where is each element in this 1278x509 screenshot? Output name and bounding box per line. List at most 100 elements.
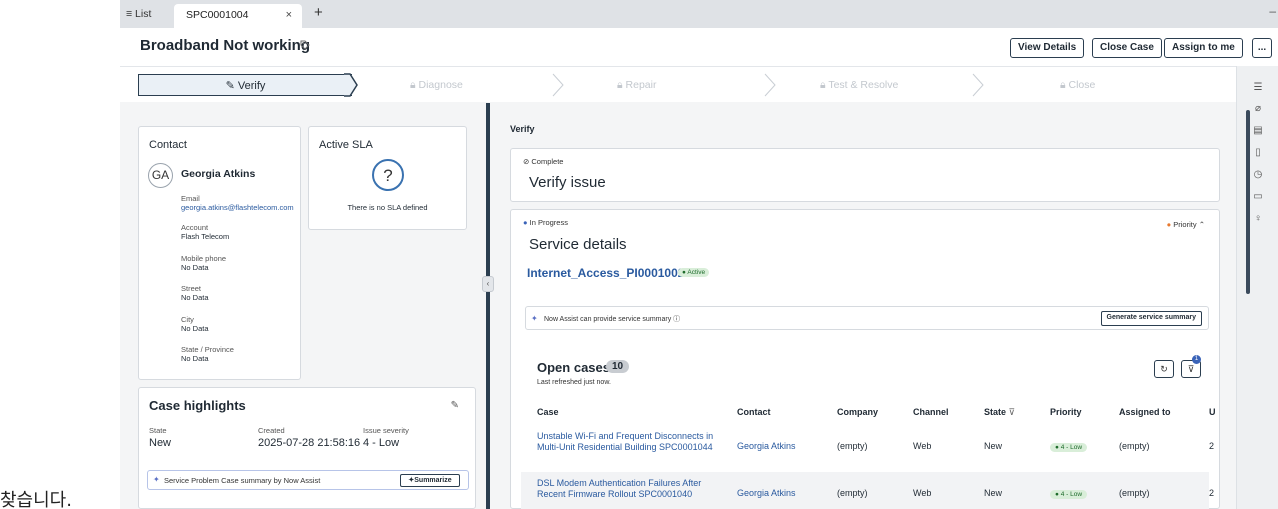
column-header-updated[interactable]: U — [1209, 407, 1216, 417]
updated-cell: 2 — [1209, 488, 1215, 498]
service-details-card: ● In Progress ● Priority ⌃ Service detai… — [510, 209, 1220, 509]
field-label: City — [181, 315, 194, 324]
last-refreshed-text: Last refreshed just now. — [537, 379, 611, 386]
edit-icon[interactable]: ✎ — [451, 400, 459, 411]
history-icon[interactable]: ◷ — [1252, 169, 1264, 181]
main-scrollbar[interactable] — [1246, 110, 1250, 294]
contact-card: Contact GA Georgia Atkins Email georgia.… — [138, 126, 301, 380]
pencil-icon: ✎ — [225, 80, 238, 92]
info-icon[interactable]: ⓘ — [673, 316, 680, 323]
column-header-state[interactable]: State ⊽ — [984, 407, 1015, 418]
stage-separator — [972, 73, 984, 97]
priority-indicator[interactable]: ● Priority ⌃ — [1167, 220, 1205, 229]
now-assist-summary-text: Service Problem Case summary by Now Assi… — [164, 476, 321, 485]
tab-list[interactable]: ≡ List — [120, 0, 157, 28]
summarize-button[interactable]: ✦Summarize — [400, 474, 460, 487]
open-cases-count-badge: 10 — [606, 360, 630, 373]
lock-icon: 🔒︎ — [820, 79, 826, 91]
stage-repair[interactable]: 🔒︎ Repair — [617, 79, 656, 92]
summarize-label: Summarize — [414, 477, 452, 484]
now-assist-summary-box: ✦ Service Problem Case summary by Now As… — [147, 470, 469, 490]
more-button[interactable]: ... — [1252, 38, 1272, 58]
refresh-icon[interactable]: ↻ — [1154, 360, 1174, 378]
add-tab-icon[interactable]: + — [314, 4, 323, 21]
field-value: Flash Telecom — [181, 232, 230, 241]
verify-issue-title: Verify issue — [529, 174, 606, 191]
avatar: GA — [148, 163, 173, 188]
severity-label: Issue severity — [363, 426, 409, 435]
panel-splitter[interactable] — [486, 103, 490, 509]
contact-name[interactable]: Georgia Atkins — [181, 168, 255, 180]
tab-case[interactable]: SPC0001004 × — [174, 4, 302, 28]
column-header-priority[interactable]: Priority — [1050, 407, 1082, 417]
document-icon[interactable]: ▯ — [1252, 147, 1264, 159]
contact-link[interactable]: Georgia Atkins — [737, 488, 796, 498]
status-badge: ● Active — [678, 268, 710, 277]
stage-close[interactable]: 🔒︎ Close — [1060, 79, 1095, 92]
case-link[interactable]: DSL Modem Authentication Failures After … — [537, 478, 715, 500]
case-highlights-card: Case highlights ✎ State New Created 2025… — [138, 387, 476, 509]
stage-separator — [552, 73, 564, 97]
sla-empty-text: There is no SLA defined — [347, 203, 428, 212]
column-header-case[interactable]: Case — [537, 407, 559, 417]
stage-verify-label: Verify — [237, 80, 266, 92]
column-header-company[interactable]: Company — [837, 407, 878, 417]
view-details-button[interactable]: View Details — [1010, 38, 1085, 58]
close-icon[interactable]: × — [286, 9, 292, 21]
field-label: Mobile phone — [181, 254, 227, 263]
korean-caption: 찾습니다. — [0, 490, 72, 509]
contact-email-link[interactable]: georgia.atkins@flashtelecom.com — [181, 203, 294, 212]
verify-issue-card: ⊘ Complete Verify issue — [510, 148, 1220, 202]
priority-label: Priority — [1173, 220, 1197, 229]
lock-icon: 🔒︎ — [1060, 79, 1066, 91]
column-header-contact[interactable]: Contact — [737, 407, 771, 417]
now-assist-service-label: Now Assist can provide service summary — [544, 316, 672, 323]
state-value: New — [149, 437, 172, 449]
field-label: State / Province — [181, 345, 234, 354]
column-header-assigned-to[interactable]: Assigned to — [1119, 407, 1171, 417]
stage-test-resolve[interactable]: 🔒︎ Test & Resolve — [820, 79, 898, 92]
stage-separator — [764, 73, 776, 97]
field-label: Street — [181, 284, 202, 293]
case-header: Broadband Not working View Details Close… — [120, 28, 1278, 66]
tab-strip: ≡ List SPC0001004 × + – — [120, 0, 1278, 28]
channel-cell: Web — [913, 441, 932, 451]
contact-card-title: Contact — [149, 139, 187, 151]
chevron-up-icon[interactable]: ⌃ — [1199, 220, 1205, 229]
assign-to-me-button[interactable]: Assign to me — [1164, 38, 1243, 58]
generate-service-summary-button[interactable]: Generate service summary — [1100, 311, 1202, 326]
table-row[interactable]: Unstable Wi-Fi and Frequent Disconnects … — [521, 425, 1214, 471]
tag-icon[interactable] — [300, 40, 310, 53]
svg-text:?: ? — [383, 166, 392, 185]
stage-label: Repair — [625, 79, 657, 91]
details-icon[interactable]: ☰ — [1252, 82, 1264, 94]
severity-value: 4 - Low — [363, 437, 400, 449]
updated-cell: 2 — [1209, 441, 1215, 451]
company-cell: (empty) — [837, 488, 868, 498]
attachment-icon[interactable]: ⌀ — [1252, 103, 1264, 115]
field-label: Account — [181, 223, 209, 232]
priority-pill: ● 4 - Low — [1050, 490, 1088, 499]
folder-icon[interactable]: ▭ — [1252, 191, 1264, 203]
sla-card: Active SLA ? There is no SLA defined — [308, 126, 467, 230]
lightbulb-icon[interactable]: ♀ — [1252, 213, 1264, 225]
stage-diagnose[interactable]: 🔒︎ Diagnose — [410, 79, 463, 92]
assigned-cell: (empty) — [1119, 441, 1150, 451]
now-assist-service-strip: ✦ Now Assist can provide service summary… — [525, 306, 1209, 330]
in-progress-status: ● In Progress — [523, 218, 568, 227]
card-icon[interactable]: ▤ — [1252, 125, 1264, 137]
column-header-channel[interactable]: Channel — [913, 407, 949, 417]
priority-pill-label: 4 - Low — [1060, 444, 1083, 451]
stage-verify[interactable]: ✎ Verify — [138, 74, 352, 96]
table-row[interactable]: DSL Modem Authentication Failures After … — [521, 472, 1214, 509]
case-workspace: ≡ List SPC0001004 × + – Broadband Not wo… — [120, 0, 1278, 509]
contact-link[interactable]: Georgia Atkins — [737, 441, 796, 451]
close-case-button[interactable]: Close Case — [1092, 38, 1162, 58]
chevron-left-icon[interactable]: ‹ — [482, 276, 494, 292]
field-value: No Data — [181, 324, 209, 333]
minimize-icon[interactable]: – — [1269, 4, 1276, 18]
service-instance-link[interactable]: Internet_Access_PI0001002 — [527, 266, 684, 280]
case-link[interactable]: Unstable Wi-Fi and Frequent Disconnects … — [537, 431, 715, 453]
sla-card-title: Active SLA — [319, 139, 373, 151]
side-icon-rail: ☰ ⌀ ▤ ▯ ◷ ▭ ♀ — [1236, 66, 1278, 509]
